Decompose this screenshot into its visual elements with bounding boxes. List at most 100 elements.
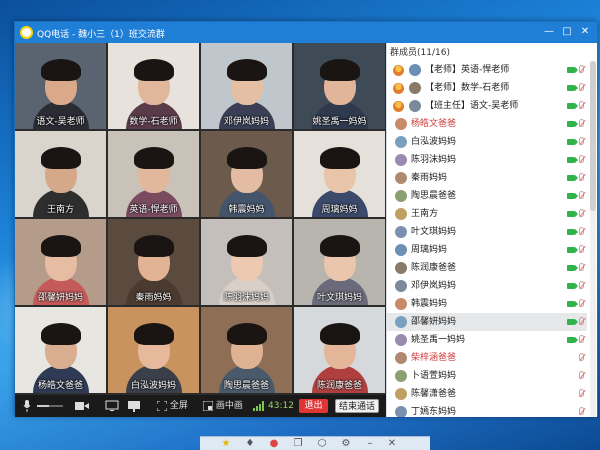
alert-icon[interactable]: ● <box>268 438 280 450</box>
video-tile[interactable]: 韩震妈妈 <box>201 131 292 217</box>
maximize-button[interactable]: □ <box>559 24 575 40</box>
video-tile[interactable]: 陈羽沫妈妈 <box>201 219 292 305</box>
video-tile[interactable]: 邵馨妍妈妈 <box>15 219 106 305</box>
video-tile[interactable]: 叶文琪妈妈 <box>294 219 385 305</box>
exit-button[interactable]: 退出 <box>299 399 328 413</box>
member-row[interactable]: 叶文琪妈妈 <box>387 223 587 241</box>
microphone-muted-icon[interactable] <box>579 407 584 415</box>
screen-share-icon[interactable] <box>105 399 119 413</box>
member-row[interactable]: 陈馨潇爸爸 <box>387 385 587 403</box>
microphone-muted-icon[interactable] <box>579 155 584 163</box>
member-row[interactable]: 柴梓涵爸爸 <box>387 349 587 367</box>
settings-icon[interactable]: ⚙ <box>340 438 352 450</box>
member-list[interactable]: 【老师】英语-悍老师 【老师】数学-石老师 【班主任】语文-吴老师 杨皓文爸爸 白泓波妈… <box>387 61 587 417</box>
camera-on-icon <box>567 319 578 325</box>
microphone-muted-icon[interactable] <box>579 371 584 379</box>
member-name: 秦雨妈妈 <box>411 173 448 183</box>
avatar <box>395 280 407 292</box>
camera-icon[interactable] <box>75 399 89 413</box>
member-name: 陈羽沫妈妈 <box>411 155 457 165</box>
end-call-button[interactable]: 结束通话 <box>335 399 379 413</box>
microphone-muted-icon[interactable] <box>579 65 584 73</box>
member-list-scrollbar[interactable] <box>590 61 596 417</box>
member-row[interactable]: 丁嫣东妈妈 <box>387 403 587 417</box>
participant-hair <box>134 323 174 345</box>
microphone-muted-icon[interactable] <box>579 101 584 109</box>
member-row[interactable]: 周璃妈妈 <box>387 241 587 259</box>
member-row[interactable]: 邵馨妍妈妈 <box>387 313 587 331</box>
member-row[interactable]: 陶思晨爸爸 <box>387 187 587 205</box>
video-tile[interactable]: 邓伊岚妈妈 <box>201 43 292 129</box>
volume-slider[interactable] <box>37 399 63 413</box>
member-row[interactable]: 【老师】英语-悍老师 <box>387 61 587 79</box>
title-bar[interactable]: QQ电话 - 魏小三（1）班交流群 — □ ✕ <box>15 22 597 43</box>
member-name: 卜语萱妈妈 <box>411 371 457 381</box>
copy-icon[interactable]: ❐ <box>292 438 304 450</box>
microphone-muted-icon[interactable] <box>579 317 584 325</box>
avatar <box>395 136 407 148</box>
microphone-muted-icon[interactable] <box>579 281 584 289</box>
microphone-icon[interactable] <box>23 399 31 413</box>
member-row[interactable]: 王南方 <box>387 205 587 223</box>
picture-in-picture-button[interactable]: 画中画 <box>202 399 243 413</box>
minimize-button[interactable]: — <box>541 24 557 40</box>
gift-icon[interactable]: ♦ <box>244 438 256 450</box>
microphone-muted-icon[interactable] <box>579 83 584 91</box>
qq-call-window: QQ电话 - 魏小三（1）班交流群 — □ ✕ 语文-吴老师 数学-石老师邓伊岚妈… <box>14 21 598 417</box>
member-row[interactable]: 陈羽沫妈妈 <box>387 151 587 169</box>
member-row[interactable]: 白泓波妈妈 <box>387 133 587 151</box>
microphone-muted-icon[interactable] <box>579 263 584 271</box>
member-row[interactable]: 秦雨妈妈 <box>387 169 587 187</box>
microphone-muted-icon[interactable] <box>579 353 584 361</box>
call-control-bar: 全屏 画中画 43:12 退出 结束通话 <box>15 395 386 417</box>
member-row[interactable]: 韩震妈妈 <box>387 295 587 313</box>
video-tile-caption: 杨皓文爸爸 <box>37 381 83 391</box>
avatar <box>395 154 407 166</box>
participant-hair <box>320 59 360 81</box>
member-row[interactable]: 陈润康爸爸 <box>387 259 587 277</box>
microphone-muted-icon[interactable] <box>579 173 584 181</box>
video-tile[interactable]: 英语-悍老师 <box>108 131 199 217</box>
video-tile[interactable]: 秦雨妈妈 <box>108 219 199 305</box>
avatar <box>395 370 407 382</box>
video-tile[interactable]: 白泓波妈妈 <box>108 307 199 393</box>
video-tile[interactable]: 姚圣禹一妈妈 <box>294 43 385 129</box>
video-tile-caption: 邓伊岚妈妈 <box>223 117 269 127</box>
microphone-muted-icon[interactable] <box>579 191 584 199</box>
member-row[interactable]: 卜语萱妈妈 <box>387 367 587 385</box>
microphone-muted-icon[interactable] <box>579 209 584 217</box>
member-row[interactable]: 姚圣禹一妈妈 <box>387 331 587 349</box>
microphone-muted-icon[interactable] <box>579 227 584 235</box>
scroll-thumb[interactable] <box>590 61 596 211</box>
star-icon[interactable]: ★ <box>220 438 232 450</box>
video-tile[interactable]: 王南方 <box>15 131 106 217</box>
whiteboard-icon[interactable] <box>127 399 141 413</box>
video-tile[interactable]: 杨皓文爸爸 <box>15 307 106 393</box>
video-tile[interactable]: 陶思晨爸爸 <box>201 307 292 393</box>
microphone-muted-icon[interactable] <box>579 389 584 397</box>
fullscreen-button[interactable]: 全屏 <box>156 399 188 413</box>
microphone-muted-icon[interactable] <box>579 137 584 145</box>
member-row[interactable]: 杨皓文爸爸 <box>387 115 587 133</box>
member-row[interactable]: 【班主任】语文-吴老师 <box>387 97 587 115</box>
avatar <box>395 172 407 184</box>
member-name: 丁嫣东妈妈 <box>411 407 457 417</box>
close-button[interactable]: ✕ <box>577 24 593 40</box>
microphone-muted-icon[interactable] <box>579 335 584 343</box>
qq-logo-icon <box>20 26 33 39</box>
video-tile[interactable]: 陈润康爸爸 <box>294 307 385 393</box>
member-row[interactable]: 【老师】数学-石老师 <box>387 79 587 97</box>
close-toolbar-icon[interactable]: ✕ <box>386 438 398 450</box>
member-row[interactable]: 邓伊岚妈妈 <box>387 277 587 295</box>
microphone-muted-icon[interactable] <box>579 245 584 253</box>
microphone-muted-icon[interactable] <box>579 299 584 307</box>
minimize-toolbar-icon[interactable]: – <box>364 438 376 450</box>
video-tile-caption: 陈润康爸爸 <box>316 381 362 391</box>
member-name: 柴梓涵爸爸 <box>411 353 457 363</box>
video-tile[interactable]: 语文-吴老师 <box>15 43 106 129</box>
video-tile[interactable]: 数学-石老师 <box>108 43 199 129</box>
microphone-muted-icon[interactable] <box>579 119 584 127</box>
share-icon[interactable]: ⬡ <box>316 438 328 450</box>
video-tile[interactable]: 周璃妈妈 <box>294 131 385 217</box>
camera-on-icon <box>567 67 578 73</box>
